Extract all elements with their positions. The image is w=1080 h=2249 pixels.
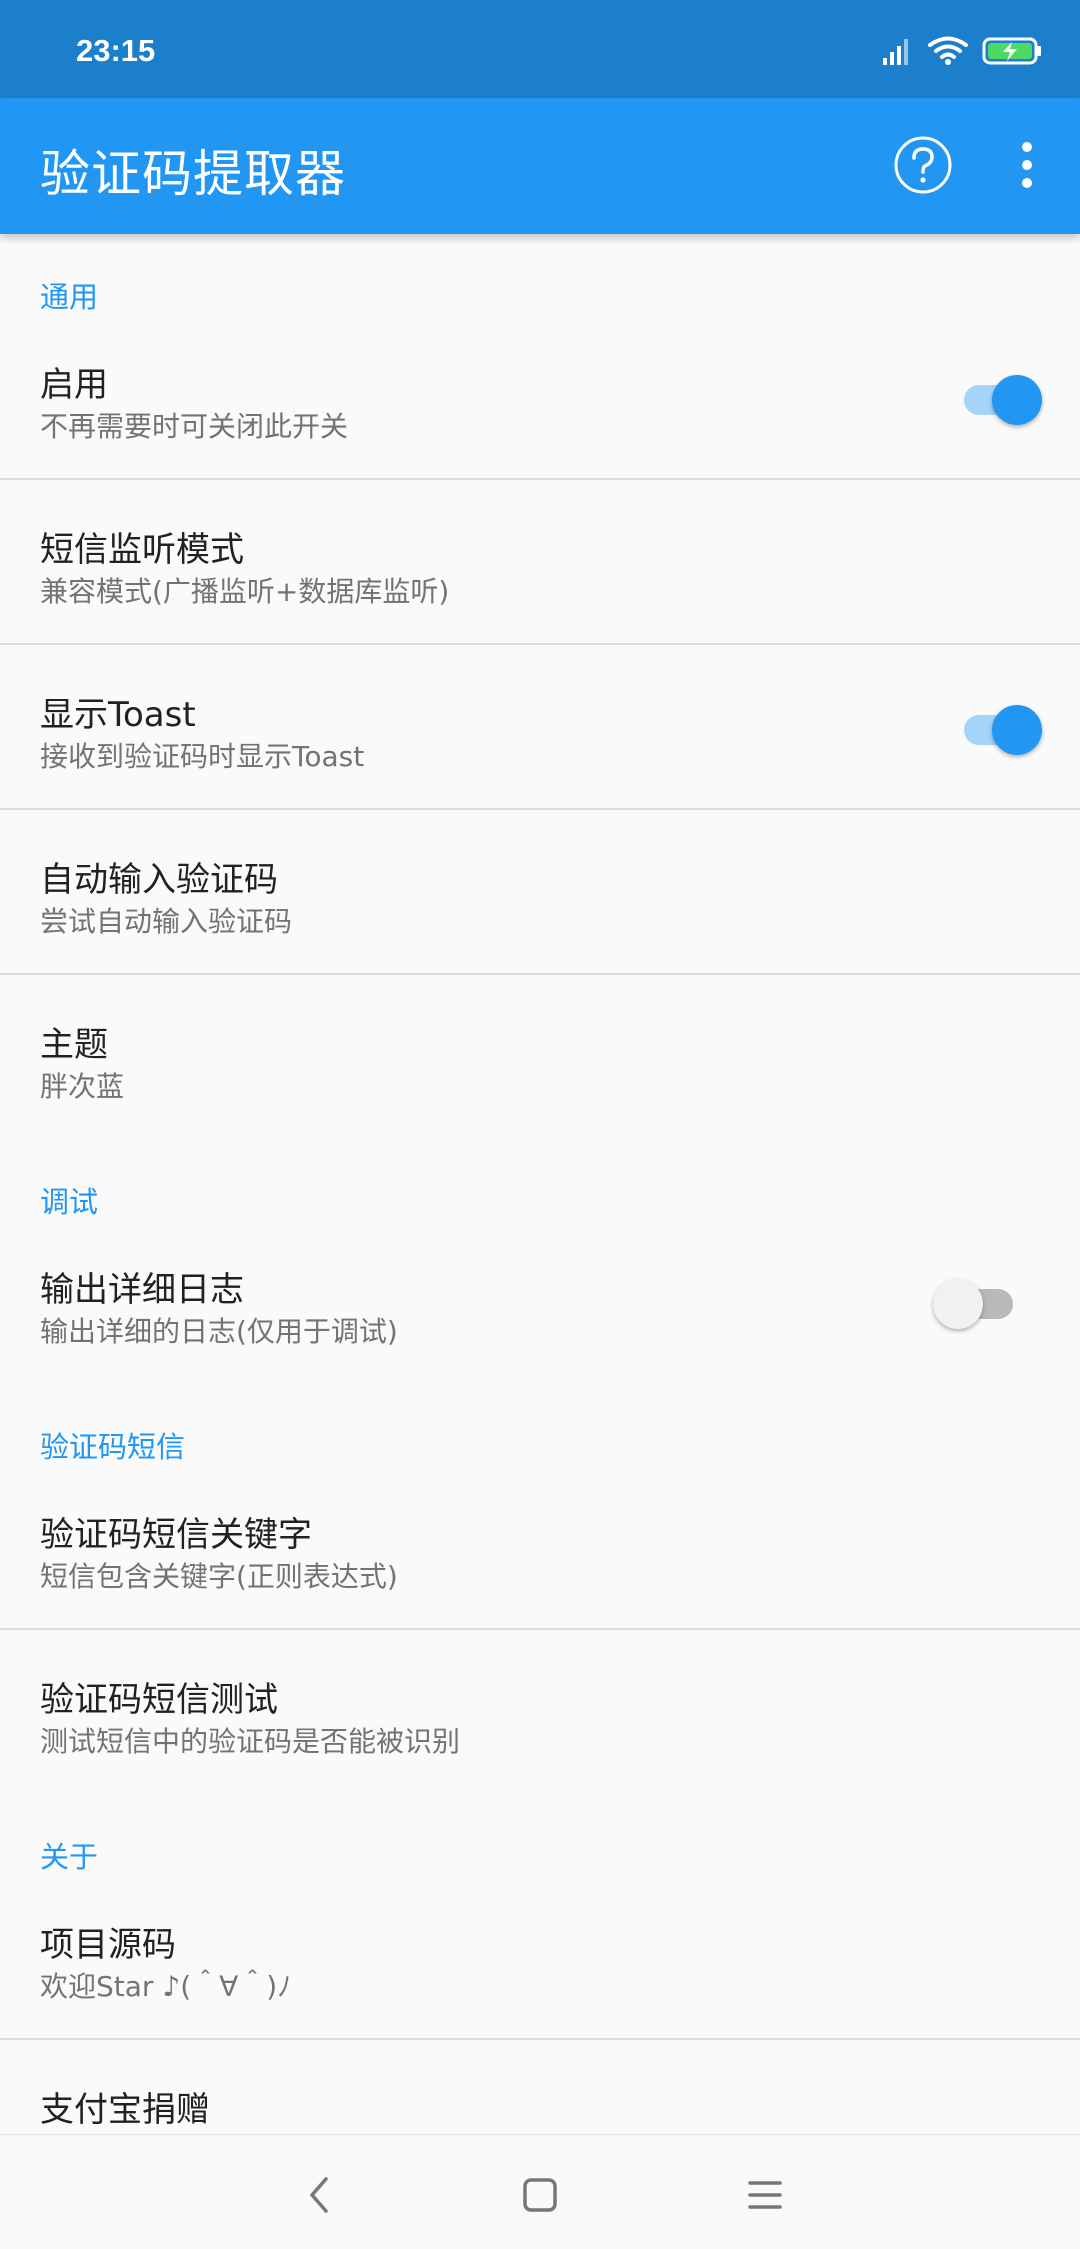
app-bar: 验证码提取器 <box>0 98 1080 234</box>
switch-thumb <box>992 705 1042 755</box>
category-sms: 验证码短信 <box>40 1430 186 1464</box>
pref-show-toast-summary: 接收到验证码时显示Toast <box>40 740 365 773</box>
back-button[interactable] <box>290 2165 350 2225</box>
verbose-log-switch[interactable] <box>933 1275 1023 1331</box>
pref-sms-test[interactable]: 验证码短信测试 测试短信中的验证码是否能被识别 <box>0 1672 1080 1762</box>
pref-theme-summary: 胖次蓝 <box>40 1070 125 1103</box>
pref-sms-test-summary: 测试短信中的验证码是否能被识别 <box>40 1725 461 1758</box>
pref-verbose-log-summary: 输出详细的日志(仅用于调试) <box>40 1315 398 1348</box>
divider <box>0 643 1080 645</box>
pref-enable-title: 启用 <box>40 365 108 405</box>
pref-sms-keywords[interactable]: 验证码短信关键字 短信包含关键字(正则表达式) <box>0 1507 1080 1597</box>
pref-donate[interactable]: 支付宝捐赠 <box>0 2082 1080 2134</box>
home-icon <box>523 2178 557 2212</box>
status-time: 23:15 <box>76 33 156 68</box>
preferences-list: 通用 启用 不再需要时可关闭此开关 短信监听模式 兼容模式(广播监听+数据库监听… <box>0 234 1080 2134</box>
more-vert-icon <box>1022 142 1032 188</box>
pref-enable-summary: 不再需要时可关闭此开关 <box>40 410 349 443</box>
help-icon <box>894 136 952 194</box>
recents-icon <box>748 2181 782 2209</box>
pref-auto-input-title: 自动输入验证码 <box>40 860 278 900</box>
battery-charging-icon <box>982 37 1041 65</box>
pref-theme-title: 主题 <box>40 1025 108 1065</box>
pref-listen-mode[interactable]: 短信监听模式 兼容模式(广播监听+数据库监听) <box>0 522 1080 612</box>
pref-sms-keywords-summary: 短信包含关键字(正则表达式) <box>40 1560 398 1593</box>
pref-listen-mode-title: 短信监听模式 <box>40 530 244 570</box>
divider <box>0 1628 1080 1630</box>
enable-switch[interactable] <box>952 371 1042 427</box>
pref-source-code-summary: 欢迎Star ♪(＾∀＾)ﾉ <box>40 1970 292 2003</box>
pref-sms-test-title: 验证码短信测试 <box>40 1680 278 1720</box>
divider <box>0 2038 1080 2040</box>
back-icon <box>310 2177 328 2213</box>
category-about: 关于 <box>40 1840 99 1874</box>
pref-source-code[interactable]: 项目源码 欢迎Star ♪(＾∀＾)ﾉ <box>0 1917 1080 2007</box>
show-toast-switch[interactable] <box>952 701 1042 757</box>
status-icons <box>882 30 1044 72</box>
pref-show-toast-title: 显示Toast <box>40 695 196 735</box>
pref-verbose-log[interactable]: 输出详细日志 输出详细的日志(仅用于调试) <box>0 1262 1080 1352</box>
divider <box>0 973 1080 975</box>
pref-auto-input-summary: 尝试自动输入验证码 <box>40 905 293 938</box>
status-bar: 23:15 <box>0 0 1080 98</box>
pref-theme[interactable]: 主题 胖次蓝 <box>0 1017 1080 1107</box>
recents-button[interactable] <box>735 2165 795 2225</box>
home-button[interactable] <box>510 2165 570 2225</box>
wifi-icon <box>928 36 968 65</box>
category-debug: 调试 <box>40 1185 99 1219</box>
divider <box>0 808 1080 810</box>
pref-listen-mode-summary: 兼容模式(广播监听+数据库监听) <box>40 575 450 608</box>
divider <box>0 478 1080 480</box>
pref-donate-title: 支付宝捐赠 <box>40 2090 210 2130</box>
pref-source-code-title: 项目源码 <box>40 1925 176 1965</box>
pref-sms-keywords-title: 验证码短信关键字 <box>40 1515 312 1555</box>
switch-thumb <box>992 375 1042 425</box>
pref-show-toast[interactable]: 显示Toast 接收到验证码时显示Toast <box>0 687 1080 777</box>
category-general: 通用 <box>40 280 99 314</box>
app-title: 验证码提取器 <box>40 145 346 203</box>
switch-thumb <box>933 1279 983 1329</box>
more-options-button[interactable] <box>1010 135 1044 195</box>
pref-enable[interactable]: 启用 不再需要时可关闭此开关 <box>0 357 1080 447</box>
pref-verbose-log-title: 输出详细日志 <box>40 1270 244 1310</box>
navigation-bar <box>0 2134 1080 2249</box>
help-button[interactable] <box>893 135 953 195</box>
pref-auto-input[interactable]: 自动输入验证码 尝试自动输入验证码 <box>0 852 1080 942</box>
signal-icon <box>883 39 908 65</box>
